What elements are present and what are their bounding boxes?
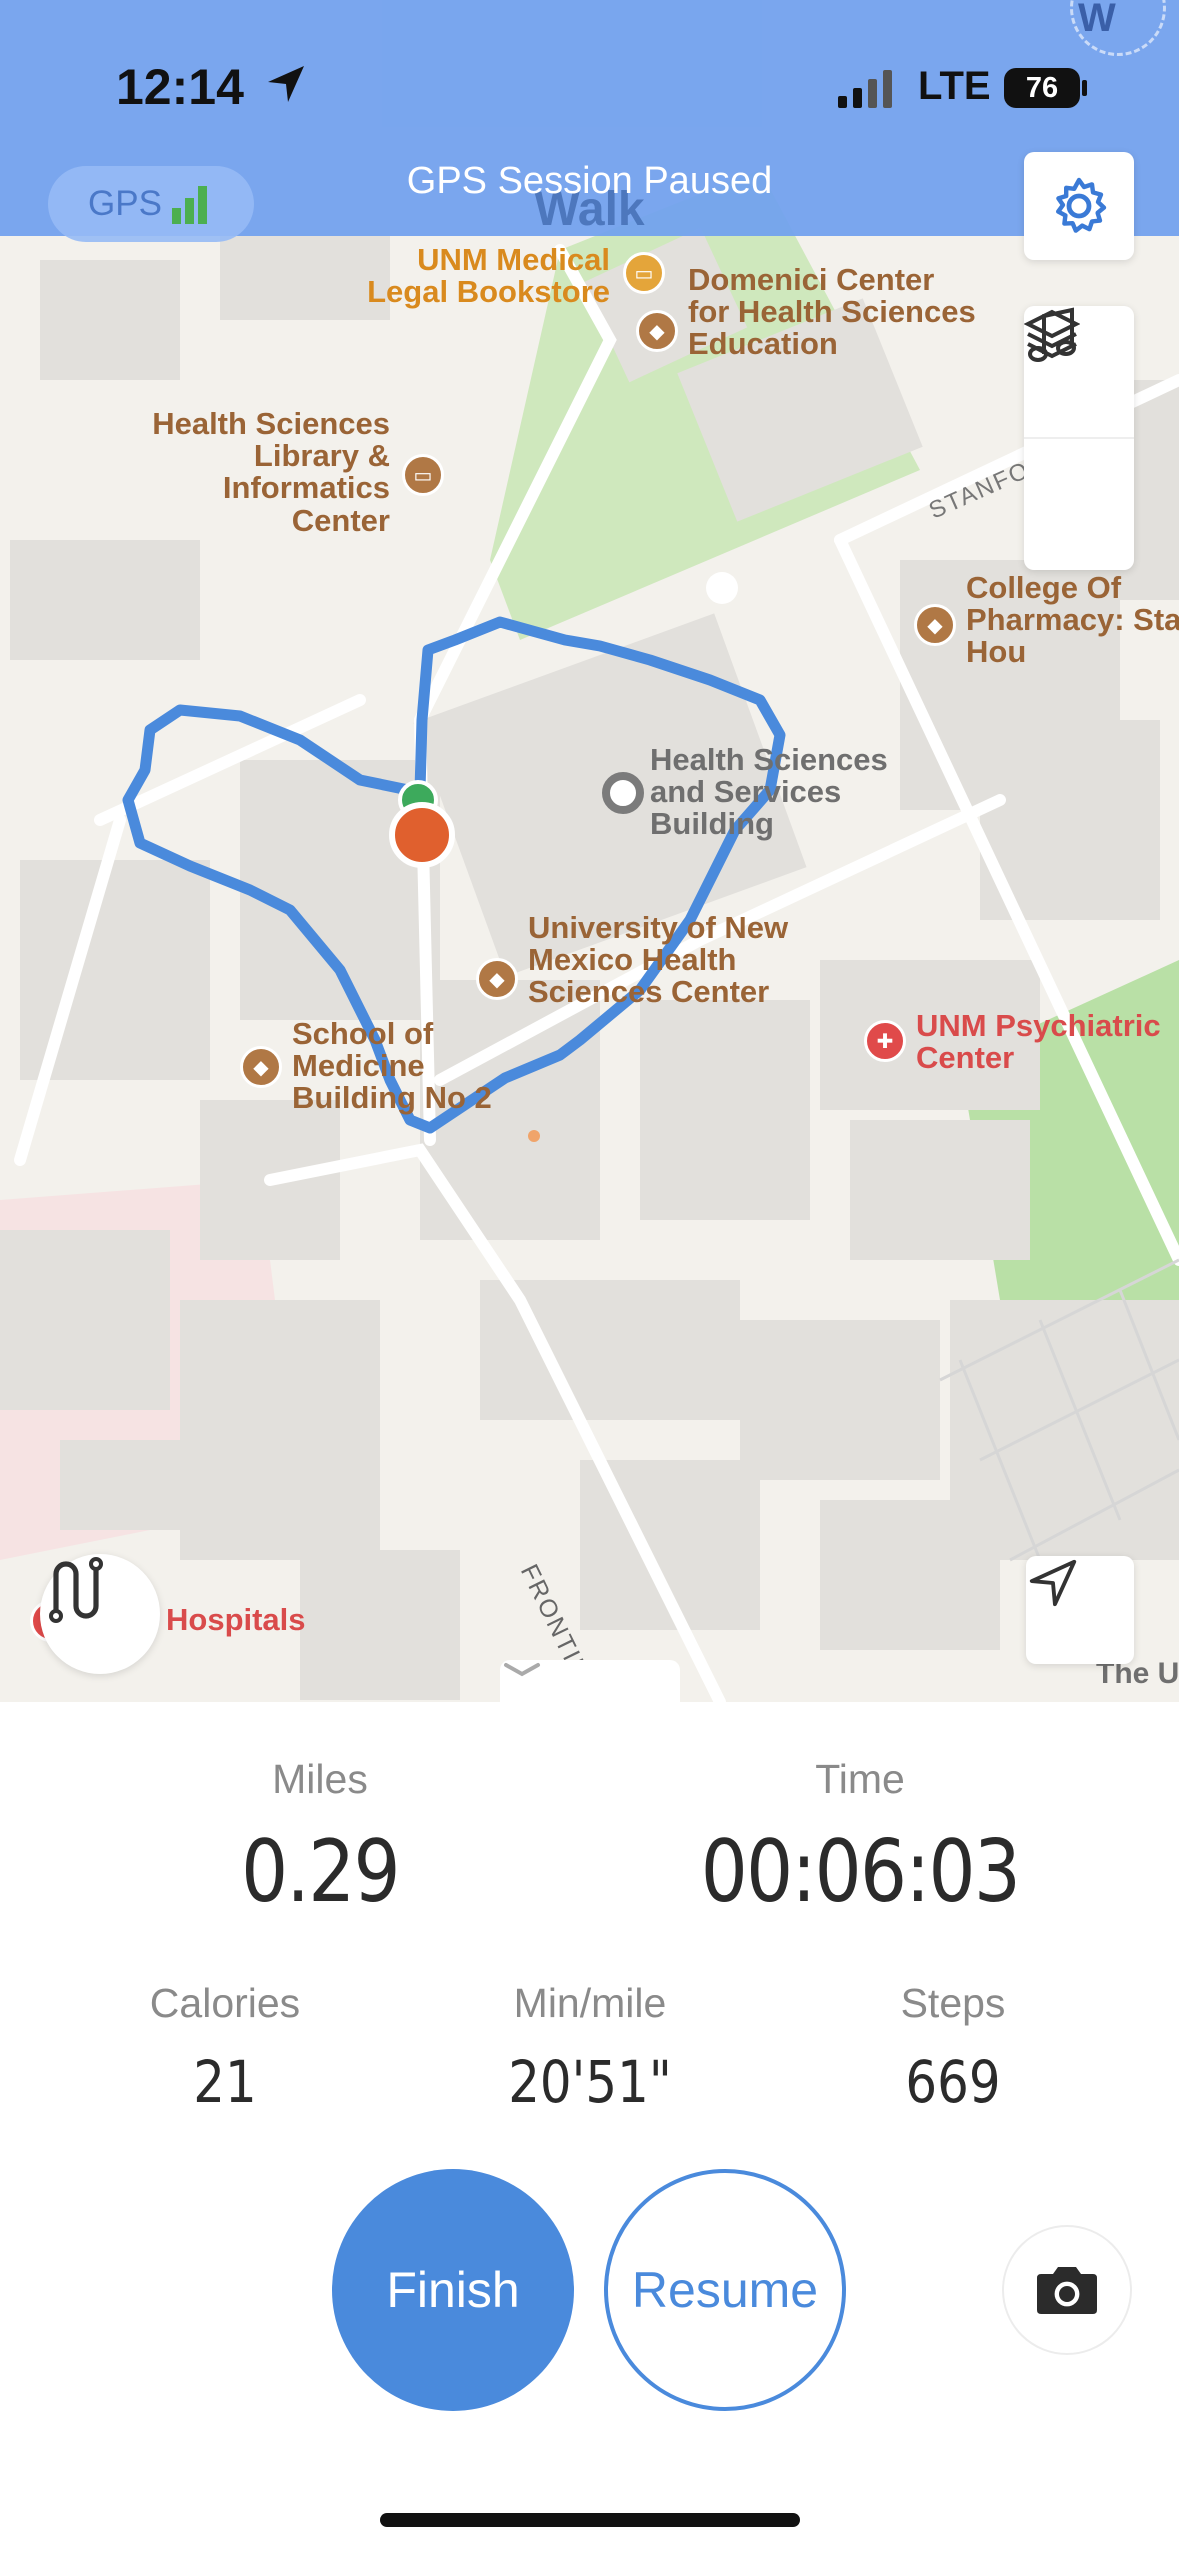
route-icon[interactable] xyxy=(40,1554,160,1674)
settings-button[interactable] xyxy=(1024,152,1134,260)
graduation-cap-icon[interactable]: ◆ xyxy=(476,958,518,1000)
map-view[interactable]: UNM Medical Legal Bookstore ▭ ◆ Domenici… xyxy=(0,0,1179,1702)
poi-label-domenici[interactable]: Domenici Center for Health Sciences Educ… xyxy=(688,263,978,361)
book-icon[interactable]: ▭ xyxy=(623,252,665,294)
map-controls-group xyxy=(1024,306,1134,570)
graduation-cap-icon[interactable]: ◆ xyxy=(240,1046,282,1088)
steps-label: Steps xyxy=(900,1980,1006,2026)
time-label: Time xyxy=(815,1756,905,1802)
status-time: 12:14 xyxy=(116,59,244,115)
layers-icon[interactable] xyxy=(1024,309,1134,569)
location-arrow-icon xyxy=(264,62,308,111)
gps-indicator[interactable]: GPS xyxy=(48,166,254,242)
signal-icon xyxy=(838,68,898,113)
poi-label-hssb[interactable]: Health Sciences and Services Building xyxy=(650,743,940,841)
poi-label-school-medicine[interactable]: School of Medicine Building No 2 xyxy=(292,1017,512,1115)
time-value: 00:06:03 xyxy=(700,1822,1021,1922)
poi-label-psychiatric[interactable]: UNM Psychiatric Center xyxy=(916,1010,1179,1074)
miles-value: 0.29 xyxy=(241,1822,401,1922)
home-indicator[interactable] xyxy=(380,2513,800,2527)
graduation-cap-icon[interactable]: ◆ xyxy=(914,604,956,646)
poi-label-bookstore[interactable]: UNM Medical Legal Bookstore xyxy=(350,243,610,308)
camera-icon xyxy=(1037,2267,1097,2314)
network-type: LTE xyxy=(918,64,991,108)
battery-icon: 76 xyxy=(1004,68,1080,108)
gear-icon xyxy=(1056,177,1107,233)
calories-label: Calories xyxy=(149,1980,301,2026)
pace-value: 20'51" xyxy=(508,2048,672,2116)
chevron-down-icon xyxy=(504,1663,540,1677)
battery-level: 76 xyxy=(1025,71,1059,104)
panel-handle[interactable] xyxy=(500,1660,680,1702)
medical-cross-icon[interactable]: ✚ xyxy=(864,1020,906,1062)
poi-label-hospitals[interactable]: Hospitals xyxy=(166,1603,306,1636)
resume-button[interactable]: Resume xyxy=(604,2169,846,2411)
finish-button[interactable]: Finish xyxy=(332,2169,574,2411)
poi-label-unm-hsc[interactable]: University of New Mexico Health Sciences… xyxy=(528,911,828,1009)
gps-signal-icon xyxy=(171,186,207,224)
miles-label: Miles xyxy=(272,1756,368,1802)
calories-value: 21 xyxy=(193,2048,257,2116)
locate-arrow-icon[interactable] xyxy=(1026,1556,1134,1664)
book-icon[interactable]: ▭ xyxy=(402,454,444,496)
gps-label: GPS xyxy=(88,184,162,223)
steps-value: 669 xyxy=(905,2048,1001,2116)
current-position-marker xyxy=(389,802,455,868)
camera-button[interactable] xyxy=(1002,2225,1132,2355)
graduation-cap-icon[interactable]: ◆ xyxy=(636,310,678,352)
pace-label: Min/mile xyxy=(513,1980,667,2026)
poi-label-library[interactable]: Health Sciences Library & Informatics Ce… xyxy=(120,407,390,537)
poi-label-pharmacy[interactable]: College Of Pharmacy: Stanford Hou xyxy=(966,572,1179,669)
